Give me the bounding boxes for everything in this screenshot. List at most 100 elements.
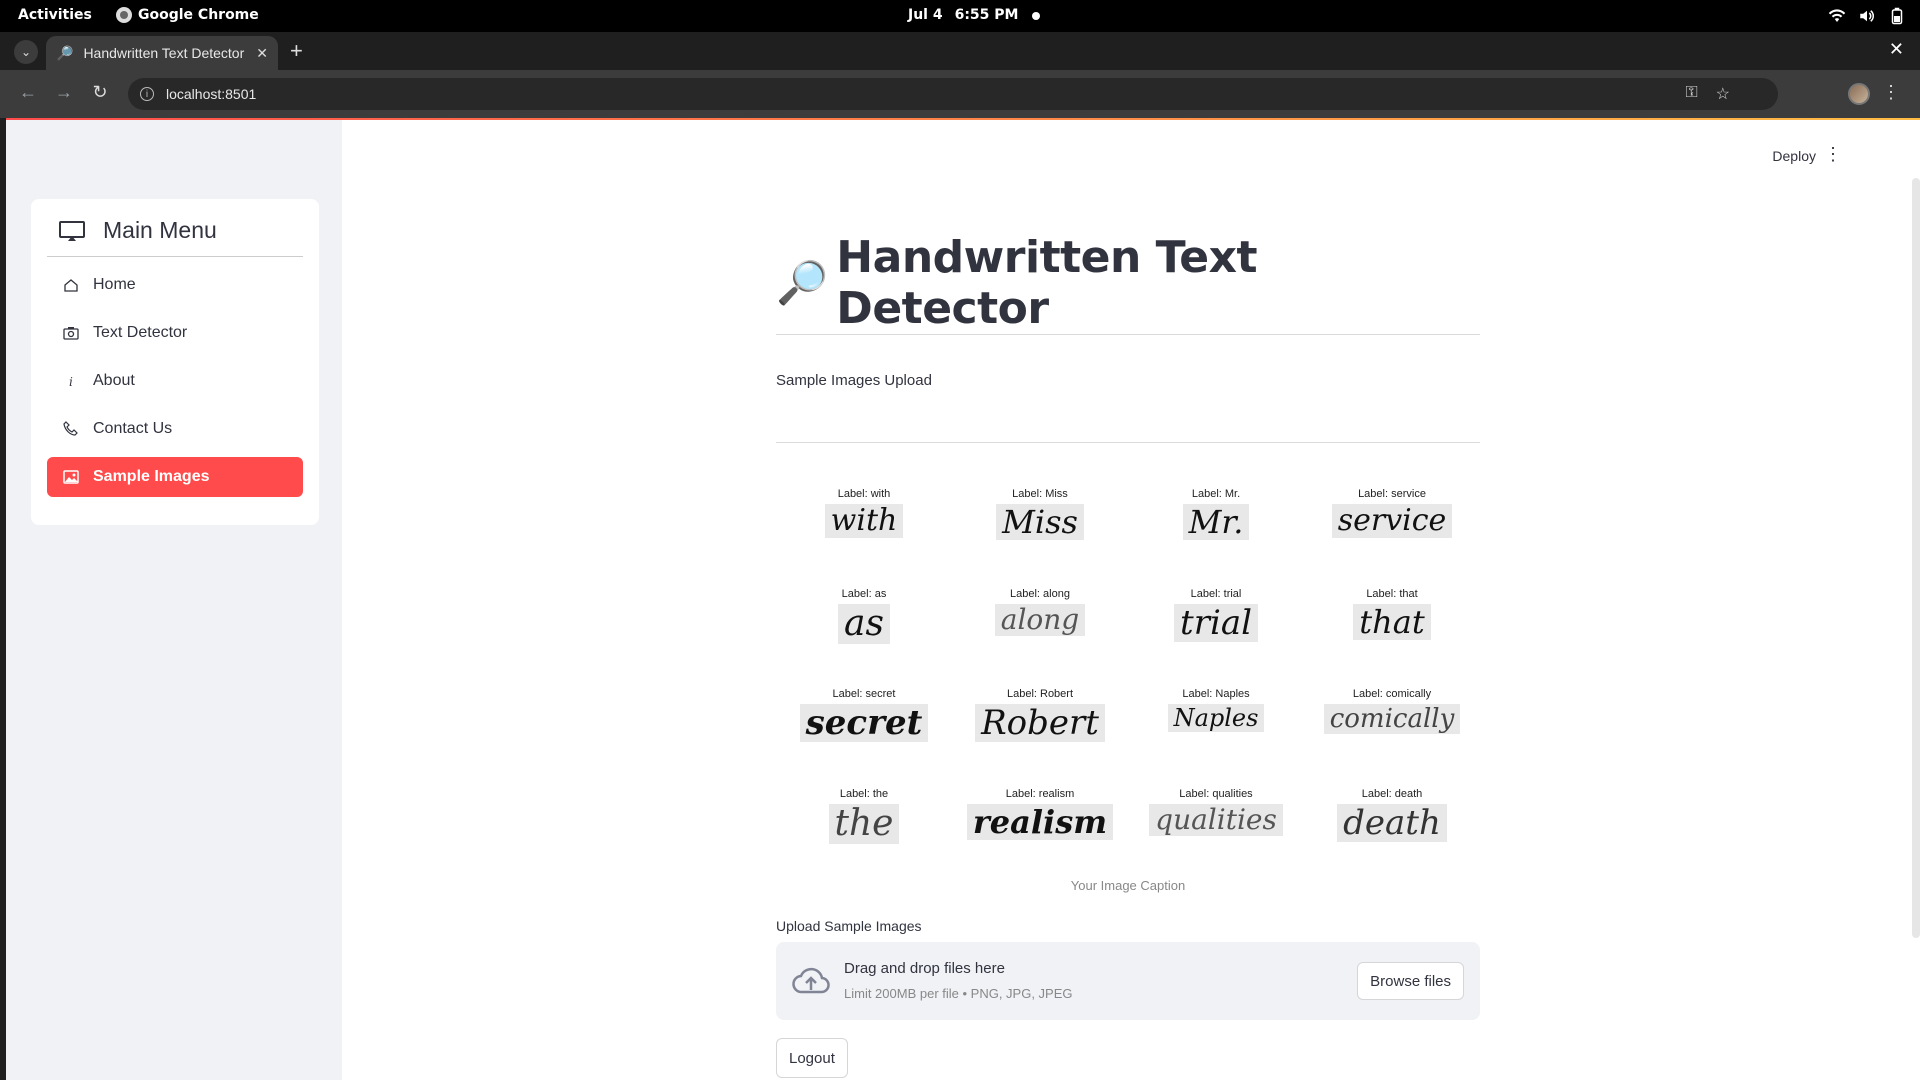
browse-files-button[interactable]: Browse files [1357, 962, 1464, 1000]
sample-word: Miss [996, 504, 1084, 540]
url-text: localhost:8501 [166, 86, 257, 102]
sidebar-item-sample-images[interactable]: Sample Images [47, 457, 303, 497]
sample-image[interactable]: Label: as as [776, 588, 952, 688]
sidebar-item-contact-us[interactable]: Contact Us [47, 409, 303, 449]
sample-images-grid: Label: with with Label: Miss Miss Label: M… [776, 488, 1480, 874]
address-bar[interactable]: i localhost:8501 [128, 78, 1778, 110]
image-icon [63, 470, 79, 484]
sample-image[interactable]: Label: with with [776, 488, 952, 588]
sample-word: with [824, 504, 904, 538]
magnifier-icon: 🔎 [56, 44, 74, 61]
deploy-button[interactable]: Deploy [1772, 148, 1816, 164]
sample-word: Naples [1167, 704, 1265, 732]
browser-toolbar: ← → ↻ i localhost:8501 ⚿ ☆ ⋮ [0, 70, 1920, 118]
reload-icon[interactable]: ↻ [88, 82, 112, 106]
sample-image[interactable]: Label: realism realism [952, 788, 1128, 874]
browser-menu-icon[interactable]: ⋮ [1882, 82, 1900, 103]
camera-icon [63, 327, 79, 340]
image-caption: Your Image Caption [1070, 878, 1186, 893]
section-label: Sample Images Upload [776, 372, 932, 389]
svg-text:i: i [69, 375, 73, 389]
page-viewport: Main Menu Home Text Detector i About Con… [6, 118, 1920, 1080]
window-close-icon[interactable]: ✕ [1889, 39, 1904, 60]
file-dropzone[interactable]: Drag and drop files here Limit 200MB per… [776, 942, 1480, 1020]
profile-avatar[interactable] [1848, 83, 1870, 105]
sample-label: Label: that [1366, 588, 1418, 600]
sample-word: death [1337, 804, 1447, 842]
sample-word: secret [799, 704, 929, 742]
forward-arrow-icon[interactable]: → [52, 82, 76, 106]
password-key-icon[interactable]: ⚿ [1685, 84, 1697, 104]
sample-label: Label: the [839, 788, 889, 800]
activities-button[interactable]: Activities [18, 7, 92, 23]
back-arrow-icon[interactable]: ← [16, 82, 40, 106]
browser-tab-active[interactable]: 🔎 Handwritten Text Detector ✕ [46, 36, 278, 70]
house-icon [64, 279, 78, 292]
cloud-upload-icon [792, 967, 830, 994]
app-name: Google Chrome [138, 7, 259, 23]
tab-search-chevron-icon[interactable]: ⌄ [14, 40, 38, 64]
sample-label: Label: Naples [1182, 688, 1250, 700]
sample-label: Label: realism [1005, 788, 1075, 800]
sample-word: Mr. [1182, 504, 1250, 540]
sidebar-item-label: About [93, 372, 135, 389]
site-info-icon[interactable]: i [140, 87, 154, 101]
sidebar-item-text-detector[interactable]: Text Detector [47, 313, 303, 353]
sample-image[interactable]: Label: Miss Miss [952, 488, 1128, 588]
sample-label: Label: as [841, 588, 887, 600]
volume-icon [1860, 10, 1874, 22]
page-header: 🔎 Handwritten Text Detector [776, 232, 1480, 334]
new-tab-plus-icon[interactable]: + [290, 38, 303, 64]
system-tray[interactable] [1828, 7, 1906, 25]
sample-image[interactable]: Label: trial trial [1128, 588, 1304, 688]
battery-icon [1891, 7, 1903, 25]
sample-image[interactable]: Label: along along [952, 588, 1128, 688]
app-menu[interactable]: Google Chrome [116, 7, 259, 23]
sample-image[interactable]: Label: qualities qualities [1128, 788, 1304, 874]
sample-label: Label: Miss [1012, 488, 1068, 500]
sample-image[interactable]: Label: that that [1304, 588, 1480, 688]
sample-image[interactable]: Label: Mr. Mr. [1128, 488, 1304, 588]
tab-close-icon[interactable]: ✕ [256, 45, 268, 62]
chrome-icon [116, 7, 132, 23]
divider [776, 442, 1480, 443]
sample-label: Label: death [1361, 788, 1423, 800]
sample-word: along [994, 604, 1086, 636]
phone-icon [63, 421, 78, 436]
magnifier-icon: 🔎 [776, 258, 829, 306]
sample-label: Label: qualities [1179, 788, 1253, 800]
logout-button[interactable]: Logout [776, 1038, 848, 1078]
system-top-bar: Activities Google Chrome Jul 4 6:55 PM [0, 0, 1920, 32]
sidebar-item-label: Contact Us [93, 420, 173, 437]
sample-word: trial [1174, 604, 1258, 642]
scrollbar[interactable] [1912, 178, 1920, 938]
sample-image[interactable]: Label: the the [776, 788, 952, 874]
tab-title: Handwritten Text Detector [83, 45, 245, 61]
sample-label: Label: secret [832, 688, 896, 700]
sidebar-item-label: Text Detector [93, 324, 188, 341]
sample-label: Label: along [1010, 588, 1070, 600]
sample-word: realism [966, 804, 1114, 840]
bookmark-star-icon[interactable]: ☆ [1716, 84, 1730, 104]
sample-label: Label: service [1358, 488, 1426, 500]
menu-title: Main Menu [103, 217, 217, 243]
sample-word: comically [1323, 704, 1461, 734]
clock[interactable]: Jul 4 6:55 PM [908, 7, 1018, 23]
sample-label: Label: Robert [1006, 688, 1074, 700]
page-title: Handwritten Text Detector [836, 232, 1258, 334]
sample-image[interactable]: Label: comically comically [1304, 688, 1480, 788]
sample-word: Robert [975, 704, 1105, 742]
sample-image[interactable]: Label: Naples Naples [1128, 688, 1304, 788]
app-menu-kebab-icon[interactable]: ⋮ [1824, 144, 1842, 165]
sidebar-item-label: Home [93, 276, 136, 293]
sample-image[interactable]: Label: service service [1304, 488, 1480, 588]
sidebar-item-about[interactable]: i About [47, 361, 303, 401]
menu-header: Main Menu [47, 217, 303, 257]
sample-image[interactable]: Label: Robert Robert [952, 688, 1128, 788]
sample-image[interactable]: Label: death death [1304, 788, 1480, 874]
sample-word: that [1353, 604, 1431, 640]
sample-word: qualities [1149, 804, 1283, 836]
sample-word: as [838, 604, 890, 644]
sidebar-item-home[interactable]: Home [47, 265, 303, 305]
sample-image[interactable]: Label: secret secret [776, 688, 952, 788]
